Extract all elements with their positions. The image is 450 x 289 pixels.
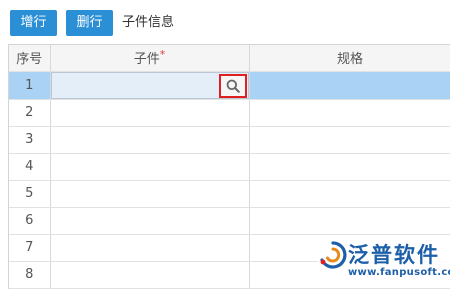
column-header-index: 序号 bbox=[9, 45, 51, 72]
row-number: 5 bbox=[9, 180, 51, 208]
brand-name: 泛普软件 bbox=[348, 243, 440, 267]
row-number: 8 bbox=[9, 261, 51, 289]
component-cell[interactable] bbox=[50, 99, 250, 127]
required-mark: * bbox=[159, 48, 166, 62]
spec-cell[interactable] bbox=[249, 207, 450, 235]
add-row-button[interactable]: 增行 bbox=[10, 10, 57, 36]
table-row[interactable]: 6 bbox=[9, 207, 450, 235]
component-cell[interactable] bbox=[50, 261, 250, 289]
component-input[interactable] bbox=[50, 71, 249, 99]
component-cell[interactable] bbox=[50, 153, 250, 181]
column-header-spec[interactable]: 规格 bbox=[249, 45, 450, 72]
toolbar: 增行 删行 子件信息 bbox=[0, 0, 450, 42]
row-number: 3 bbox=[9, 126, 51, 154]
spec-cell[interactable] bbox=[249, 71, 450, 100]
spec-cell[interactable] bbox=[249, 126, 450, 154]
component-cell[interactable] bbox=[50, 180, 250, 208]
spec-cell[interactable] bbox=[249, 153, 450, 181]
lookup-button[interactable] bbox=[218, 73, 247, 98]
row-number: 2 bbox=[9, 99, 51, 127]
table-row[interactable]: 4 bbox=[9, 153, 450, 181]
row-number: 7 bbox=[9, 234, 51, 262]
table-row[interactable]: 5 bbox=[9, 180, 450, 208]
table-row[interactable]: 1 bbox=[9, 71, 450, 100]
table-row[interactable]: 3 bbox=[9, 126, 450, 154]
brand-logo-icon bbox=[320, 241, 347, 269]
column-header-component[interactable]: 子件* bbox=[50, 45, 250, 72]
component-cell[interactable] bbox=[50, 207, 250, 235]
component-cell[interactable] bbox=[50, 234, 250, 262]
search-icon bbox=[226, 79, 240, 93]
brand-watermark: 泛普软件 www.fanpusoft.com bbox=[318, 238, 450, 284]
delete-row-button[interactable]: 删行 bbox=[66, 10, 113, 36]
brand-url: www.fanpusoft.com bbox=[348, 267, 450, 278]
column-header-component-label: 子件 bbox=[133, 52, 160, 68]
row-number: 6 bbox=[9, 207, 51, 235]
row-number: 4 bbox=[9, 153, 51, 181]
table-row[interactable]: 2 bbox=[9, 99, 450, 127]
header-row: 序号 子件* 规格 bbox=[9, 45, 450, 72]
spec-cell[interactable] bbox=[249, 99, 450, 127]
section-title: 子件信息 bbox=[122, 15, 175, 30]
component-cell[interactable] bbox=[50, 71, 250, 100]
row-number: 1 bbox=[9, 71, 51, 100]
component-cell[interactable] bbox=[50, 126, 250, 154]
spec-cell[interactable] bbox=[249, 180, 450, 208]
